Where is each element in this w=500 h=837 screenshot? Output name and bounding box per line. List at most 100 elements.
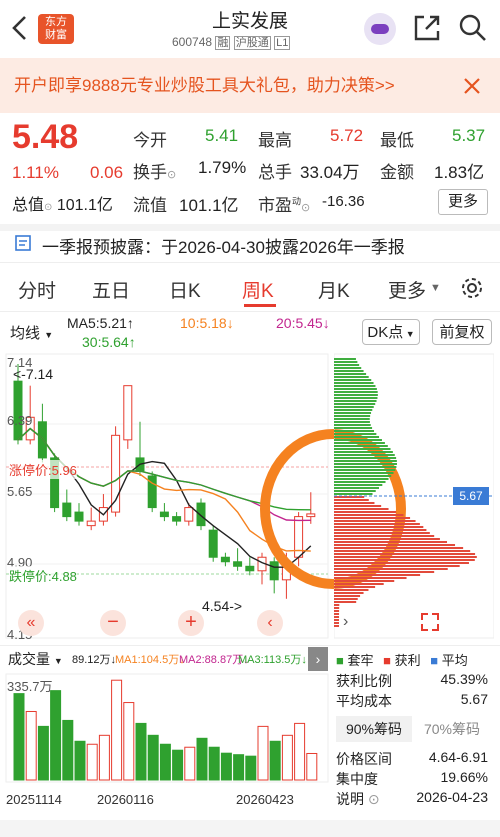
chip-bar [334,565,460,567]
chip-bar [334,574,421,576]
tab-intraday[interactable]: 分时 [18,276,56,303]
volume-bar [294,722,306,781]
chip-bar [334,586,376,588]
chip-bar [334,433,377,435]
volume-legend: 89.12万↓ [72,654,117,666]
turnover-label: 换手⊙ [133,163,177,182]
chip-bar [334,454,395,456]
concentration-value: 19.66% [440,769,488,785]
chip-prev-icon[interactable]: › [343,613,348,631]
chip-bar [334,613,340,615]
chip-bar [334,529,427,531]
volume-bar [196,737,208,781]
notice-text[interactable]: 一季报预披露：于2026-04-30披露2026年一季报 [42,233,405,258]
chip-bar [334,577,407,579]
chip-bar [334,427,373,429]
candle-body [184,507,194,522]
dk-button[interactable]: DK点 ▼ [362,319,420,345]
candle-body [123,385,133,441]
chip-bar [334,400,377,402]
divider [0,224,500,231]
chip-bar [334,370,364,372]
tab-weekly-k[interactable]: 周K [242,276,274,303]
candle-body [159,511,169,518]
share-icon[interactable] [412,13,442,43]
chip-bar [334,553,476,555]
indicator-select[interactable]: 均线 ▼ [10,322,53,343]
limit-up-label: 涨停价:5.96 [9,460,77,479]
chip-bar [334,499,369,501]
low-value: 5.37 [452,126,486,145]
tab-chip-90[interactable]: 90%筹码 [336,716,412,742]
chip-bar [334,580,395,582]
chip-bar [334,511,397,513]
expand-arrow-icon[interactable]: › [308,647,328,671]
volume-bar [245,755,257,781]
chip-bar [334,367,362,369]
zoom-in-icon[interactable]: + [178,610,204,636]
assistant-avatar-icon[interactable] [364,13,396,45]
chip-bar [334,373,367,375]
chip-bar [334,469,396,471]
volume-bar [220,752,232,781]
chip-bar [334,616,340,618]
volume-title[interactable]: 成交量 ▼ [8,649,63,669]
change-percent: 1.11% [12,163,59,182]
more-button[interactable]: 更多 [438,189,488,215]
chip-bar [334,445,388,447]
max-price-label: <-7.14 [13,366,54,382]
volume-bar [13,693,25,781]
chip-bar [334,568,448,570]
ma30-legend: 30:5.64↑ [82,334,136,350]
chip-bar [334,397,378,399]
vol-ma3-legend: MA3:113.5万↓ [238,654,307,666]
date-tick: 20260116 [97,792,154,807]
chip-bar [334,385,376,387]
tab-monthly-k[interactable]: 月K [318,276,350,303]
candle-body [245,565,255,572]
volume-bar [74,740,86,781]
chip-bar [334,418,370,420]
tab-more[interactable]: 更多 [388,276,426,303]
tab-chip-70[interactable]: 70%筹码 [414,716,490,742]
active-tab-indicator [244,304,276,307]
volume-bar [184,746,196,781]
chip-bar [334,430,374,432]
chip-bar [334,379,372,381]
expand-icon[interactable] [420,612,440,632]
chip-bar [334,415,371,417]
chip-bar [334,388,377,390]
chip-bar [334,475,392,477]
volume-bar [257,725,269,781]
gear-icon[interactable] [460,276,484,300]
float-value: 101.1亿 [179,196,239,215]
chip-bar [334,589,369,591]
zoom-out-icon[interactable]: − [100,610,126,636]
tab-five-day[interactable]: 五日 [92,276,130,303]
chip-bar [334,604,340,606]
ma20-legend: 20:5.45↓ [276,315,330,331]
chip-bar [334,490,376,492]
candle-body [233,561,243,567]
search-icon[interactable] [458,13,488,43]
pan-left-icon[interactable]: ‹ [257,610,283,636]
pan-left-fast-icon[interactable]: « [18,610,44,636]
adjust-button[interactable]: 前复权 [432,319,492,345]
chip-bar [334,487,380,489]
close-icon[interactable] [462,76,482,96]
chip-bar [334,478,389,480]
chip-bar [334,562,469,564]
chip-bar [334,508,389,510]
ma5-legend: MA5:5.21↑ [67,315,134,331]
promo-banner[interactable]: 开户即享9888元专业炒股工具大礼包，助力决策>> [0,58,500,113]
volume-bar [86,743,98,781]
chip-bar [334,556,477,558]
chip-bar [334,358,356,360]
tab-daily-k[interactable]: 日K [169,276,201,303]
volume-bar [37,725,49,781]
high-value: 5.72 [330,126,364,145]
volume-bar [159,743,171,781]
note-label[interactable]: 说明 ⊙ [336,789,380,809]
high-label: 最高 [258,131,292,150]
pe-value: -16.36 [322,193,365,210]
